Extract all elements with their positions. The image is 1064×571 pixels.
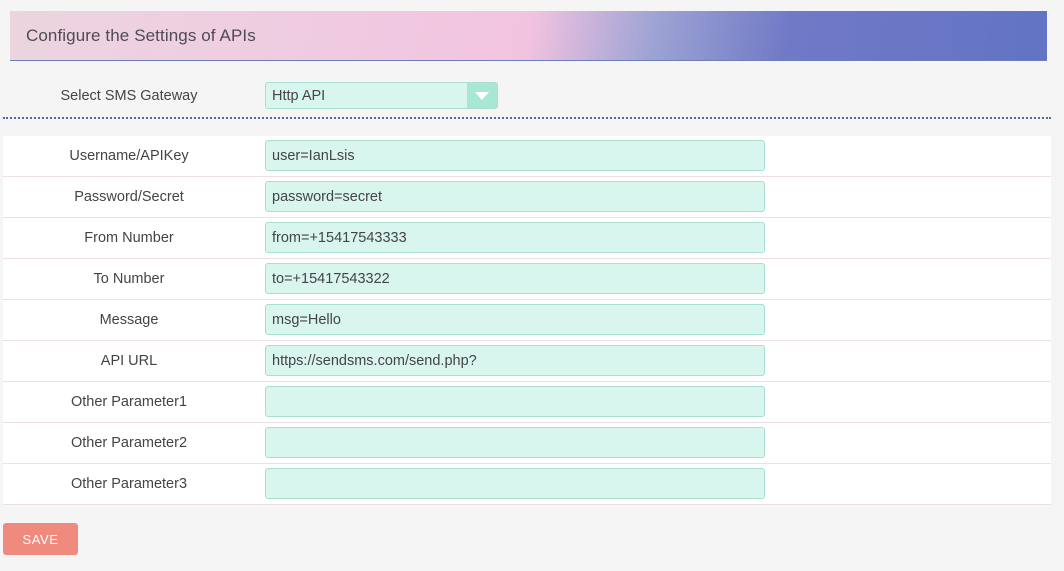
- table-row-to-number: To Number: [3, 259, 1051, 300]
- table-row-from-number: From Number: [3, 218, 1051, 259]
- table-row-other-parameter2: Other Parameter2: [3, 423, 1051, 464]
- username-apikey-input[interactable]: [265, 140, 765, 171]
- password-label: Password/Secret: [74, 189, 184, 205]
- save-button[interactable]: SAVE: [3, 523, 78, 555]
- from-number-input[interactable]: [265, 222, 765, 253]
- other-parameter3-label: Other Parameter3: [70, 476, 188, 492]
- message-label: Message: [99, 312, 159, 328]
- table-row-other-parameter3: Other Parameter3: [3, 464, 1051, 505]
- api-url-input[interactable]: [265, 345, 765, 376]
- api-settings-table: Username/APIKey Password/Secret From Num…: [3, 136, 1051, 505]
- table-row-api-url: API URL: [3, 341, 1051, 382]
- page-title: Configure the Settings of APIs: [26, 25, 256, 45]
- dropdown-toggle[interactable]: [467, 83, 497, 108]
- chevron-down-icon: [475, 92, 489, 100]
- gateway-label: Select SMS Gateway: [60, 88, 198, 104]
- other-parameter1-input[interactable]: [265, 386, 765, 417]
- from-number-label: From Number: [84, 230, 174, 246]
- other-parameter2-label: Other Parameter2: [70, 435, 188, 451]
- table-row-password: Password/Secret: [3, 177, 1051, 218]
- gateway-row: Select SMS Gateway Http API: [3, 74, 1051, 118]
- message-input[interactable]: [265, 304, 765, 335]
- other-parameter2-input[interactable]: [265, 427, 765, 458]
- to-number-label: To Number: [93, 271, 165, 287]
- password-secret-input[interactable]: [265, 181, 765, 212]
- table-row-message: Message: [3, 300, 1051, 341]
- other-parameter3-input[interactable]: [265, 468, 765, 499]
- sms-gateway-selected-value: Http API: [272, 88, 326, 104]
- sms-gateway-select[interactable]: Http API: [265, 82, 498, 109]
- username-label: Username/APIKey: [69, 148, 189, 164]
- page-header: Configure the Settings of APIs: [10, 11, 1047, 61]
- to-number-input[interactable]: [265, 263, 765, 294]
- api-url-label: API URL: [100, 353, 158, 369]
- other-parameter1-label: Other Parameter1: [70, 394, 188, 410]
- table-row-other-parameter1: Other Parameter1: [3, 382, 1051, 423]
- table-row-username: Username/APIKey: [3, 136, 1051, 177]
- section-divider: [3, 117, 1051, 119]
